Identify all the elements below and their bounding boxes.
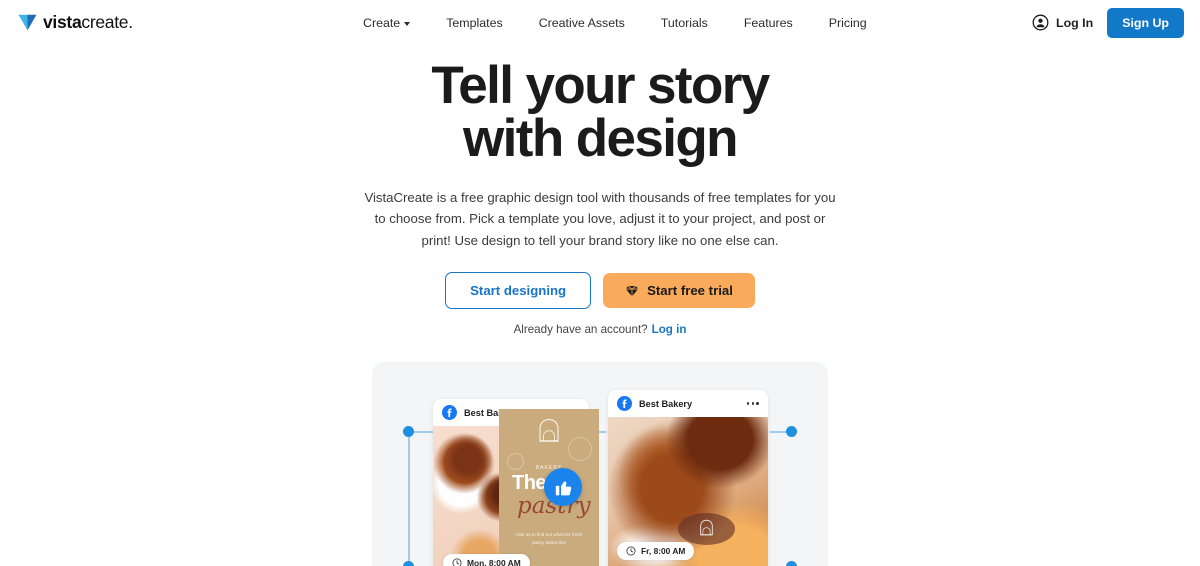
main-navigation: Create Templates Creative Assets Tutoria… [363, 10, 867, 36]
vistacreate-triangle-logo-icon [18, 14, 37, 31]
post-card-account-name: Best Bakery [639, 398, 693, 409]
post-card-header: Best Bakery [608, 390, 768, 418]
schedule-pill-right[interactable]: Fr, 8:00 AM [617, 542, 695, 561]
hero-section: Tell your story with design VistaCreate … [0, 45, 1200, 566]
more-options-icon[interactable] [746, 402, 759, 405]
selection-handle-top-left[interactable] [403, 426, 414, 438]
schedule-pill-label: Fr, 8:00 AM [641, 546, 686, 557]
start-free-trial-label: Start free trial [647, 283, 733, 299]
hero-canvas-mockup: Best Bakery Best Bakery BAKERY The pastr… [372, 362, 828, 566]
account-prompt-text: Already have an account? [513, 323, 648, 337]
headline-line-1: Tell your story [431, 56, 770, 115]
headline-line-2: with design [463, 109, 739, 168]
gem-icon [626, 285, 639, 297]
nav-item-pricing[interactable]: Pricing [829, 10, 867, 36]
log-in-button[interactable]: Log In [1032, 14, 1093, 31]
page-title: Tell your story with design [0, 59, 1200, 165]
chevron-down-icon [404, 21, 411, 26]
bakery-logo-icon [700, 519, 713, 536]
header-actions: Log In Sign Up [1032, 7, 1184, 38]
nav-label: Create [363, 15, 401, 30]
selection-handle-bottom-right[interactable] [786, 561, 797, 566]
schedule-pill-label: Mon, 8:00 AM [467, 558, 521, 566]
thumbs-up-icon [555, 481, 571, 495]
social-post-card-right[interactable]: Best Bakery [608, 390, 768, 566]
nav-item-create[interactable]: Create [363, 10, 411, 36]
template-eyebrow: BAKERY [535, 465, 563, 472]
nav-label: Pricing [828, 15, 867, 30]
bakery-logo-sticker[interactable] [678, 513, 735, 546]
selection-handle-bottom-left[interactable] [403, 561, 414, 566]
start-free-trial-button[interactable]: Start free trial [603, 273, 755, 309]
nav-label: Templates [446, 15, 503, 30]
vistacreate-logo[interactable]: vistacreate. [18, 12, 133, 33]
logo-word-create: create. [81, 12, 133, 32]
bakery-logo-icon [539, 419, 559, 442]
thumbs-up-badge[interactable] [544, 468, 582, 507]
schedule-pill-left[interactable]: Mon, 8:00 AM [443, 554, 530, 566]
clock-icon [452, 558, 462, 566]
nav-label: Creative Assets [538, 15, 625, 30]
start-designing-button[interactable]: Start designing [445, 272, 592, 310]
user-circle-icon [1032, 14, 1049, 31]
hero-description: VistaCreate is a free graphic design too… [364, 190, 836, 248]
account-prompt-row: Already have an account? Log in [0, 323, 1200, 336]
facebook-icon [442, 405, 457, 421]
hero-cta-row: Start designing Start free trial [0, 272, 1200, 310]
selection-handle-top-right[interactable] [786, 426, 797, 438]
site-header: vistacreate. Create Templates Creative A… [0, 0, 1200, 45]
nav-item-creative-assets[interactable]: Creative Assets [539, 10, 625, 36]
log-in-label: Log In [1056, 15, 1094, 30]
nav-label: Tutorials [660, 15, 708, 30]
logo-wordmark: vistacreate. [43, 12, 133, 33]
nav-item-tutorials[interactable]: Tutorials [661, 10, 708, 36]
sign-up-button[interactable]: Sign Up [1107, 7, 1184, 38]
template-title: The [512, 472, 547, 495]
nav-item-features[interactable]: Features [744, 10, 793, 36]
log-in-inline-link[interactable]: Log in [652, 323, 687, 336]
nav-label: Features [743, 15, 793, 30]
nav-item-templates[interactable]: Templates [446, 10, 502, 36]
template-body-text: Visit us to find out what the fresh past… [515, 532, 583, 545]
selection-line-left [408, 431, 410, 566]
logo-word-vista: vista [43, 12, 82, 32]
clock-icon [626, 546, 636, 556]
facebook-icon [617, 396, 632, 412]
decorative-circle [568, 437, 592, 462]
